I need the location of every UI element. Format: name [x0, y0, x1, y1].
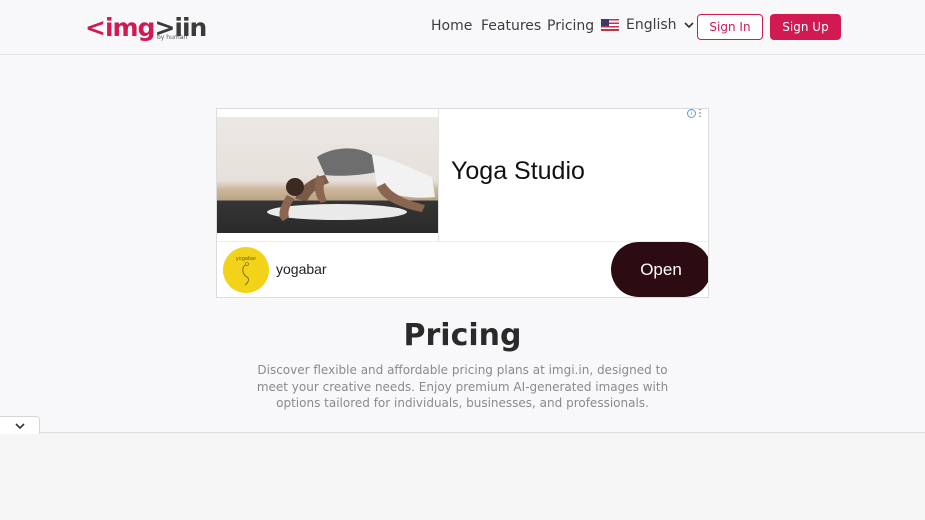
ad-open-button[interactable]: Open — [611, 242, 708, 297]
ad-divider — [438, 109, 439, 241]
nav-pricing-link[interactable]: Pricing — [547, 18, 594, 34]
sign-up-button[interactable]: Sign Up — [770, 14, 841, 40]
collapse-toggle[interactable] — [0, 416, 40, 434]
advertiser-logo-mark: yogabar — [236, 256, 257, 286]
more-vertical-icon[interactable]: ⋮ — [695, 109, 705, 119]
pricing-description: Discover flexible and affordable pricing… — [256, 363, 669, 410]
chevron-down-icon — [683, 22, 694, 29]
language-label: English — [626, 17, 677, 33]
us-flag-icon — [601, 19, 619, 31]
svg-text:yogabar: yogabar — [236, 256, 257, 262]
advertiser-avatar[interactable]: yogabar — [223, 247, 269, 293]
chevron-down-icon — [14, 422, 25, 429]
ad-headline[interactable]: Yoga Studio — [451, 157, 585, 186]
nav-features-link[interactable]: Features — [481, 18, 541, 34]
navbar: <img>iin by human Home Features Pricing … — [0, 0, 925, 55]
logo-subtitle: by human — [157, 34, 188, 41]
advertisement-banner[interactable]: Yoga Studio i ⋮ yogabar yogabar Open — [216, 108, 709, 298]
advertiser-name[interactable]: yogabar — [276, 261, 327, 277]
page-title: Pricing — [403, 318, 522, 353]
logo-text: <img>iin — [85, 13, 207, 42]
yoga-pose-illustration — [267, 148, 435, 221]
ad-image[interactable] — [217, 117, 439, 233]
language-selector[interactable]: English — [601, 17, 695, 33]
logo[interactable]: <img>iin by human — [85, 12, 207, 42]
nav-home-link[interactable]: Home — [431, 18, 472, 34]
sign-in-button[interactable]: Sign In — [697, 14, 763, 40]
bottom-anchor-bar — [0, 432, 925, 520]
